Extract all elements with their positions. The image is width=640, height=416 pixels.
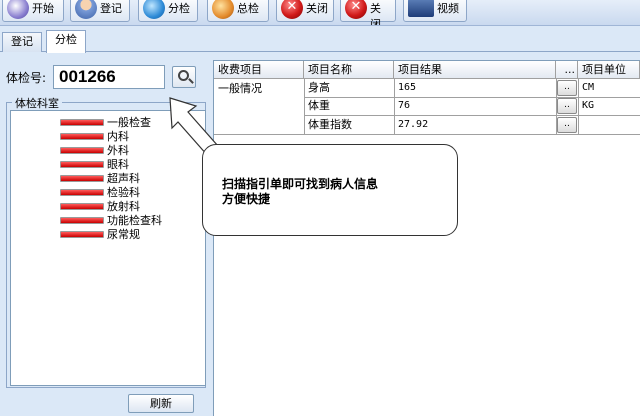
tab-bar: 登记 分检 [0, 30, 640, 53]
status-bar-icon [60, 216, 104, 224]
list-item[interactable]: 眼科 [60, 157, 129, 171]
subexam-label: 分检 [168, 2, 190, 15]
refresh-button[interactable]: 刷新 [128, 394, 194, 413]
department-legend: 体检科室 [12, 95, 62, 111]
tip-line-2: 方便快捷 [222, 192, 271, 206]
row-detail-button[interactable]: .. [557, 80, 577, 96]
summary-button[interactable]: 总检 [207, 0, 269, 22]
close-all-button[interactable]: 全关闭 [340, 0, 396, 25]
table-row-name[interactable]: 身高 [304, 79, 394, 97]
status-bar-icon [60, 160, 104, 168]
video-button[interactable]: 视频 [403, 0, 467, 22]
list-item[interactable]: 检验科 [60, 185, 140, 199]
register-button[interactable]: 登记 [70, 0, 130, 22]
tip-line-1: 扫描指引单即可找到病人信息 [222, 177, 379, 191]
row-detail-button[interactable]: .. [557, 117, 577, 133]
tip-text: 扫描指引单即可找到病人信息 方便快捷 [222, 177, 378, 207]
list-item[interactable]: 功能检查科 [60, 213, 162, 227]
subexam-button[interactable]: 分检 [138, 0, 198, 22]
globe-icon [143, 0, 165, 19]
close-button[interactable]: 关闭 [276, 0, 334, 22]
table-row-unit[interactable]: KG [578, 97, 640, 115]
list-item[interactable]: 超声科 [60, 171, 140, 185]
list-item[interactable]: 尿常规 [60, 227, 140, 241]
exam-no-input[interactable]: 001266 [53, 65, 165, 89]
table-row-result[interactable]: 27.92 [394, 116, 554, 134]
exam-no-label: 体检号: [6, 71, 47, 85]
close-label: 关闭 [306, 2, 328, 15]
people-icon [212, 0, 234, 19]
start-label: 开始 [32, 2, 54, 15]
status-bar-icon [60, 230, 104, 238]
status-bar-icon [60, 146, 104, 154]
list-item[interactable]: 外科 [60, 143, 129, 157]
header-fee-item[interactable]: 收费项目 [214, 61, 304, 79]
user-icon [75, 0, 97, 19]
table-row-result[interactable]: 165 [394, 79, 554, 97]
summary-label: 总检 [237, 2, 259, 15]
video-label: 视频 [437, 2, 459, 15]
status-bar-icon [60, 188, 104, 196]
table-row-result[interactable]: 76 [394, 97, 554, 115]
header-ellipsis[interactable]: ... [556, 61, 578, 79]
header-unit[interactable]: 项目单位 [578, 61, 640, 79]
close-icon [281, 0, 303, 19]
status-bar-icon [60, 132, 104, 140]
list-item[interactable]: 放射科 [60, 199, 140, 213]
table-row-name[interactable]: 体重 [304, 97, 394, 115]
group-cell[interactable]: 一般情况 [214, 80, 304, 98]
monitor-icon [408, 0, 434, 17]
start-button[interactable]: 开始 [2, 0, 64, 22]
list-item[interactable]: 一般检查 [60, 115, 151, 129]
table-row-name[interactable]: 体重指数 [304, 116, 394, 134]
start-icon [7, 0, 29, 19]
header-item-name[interactable]: 项目名称 [304, 61, 394, 79]
toolbar: 开始 登记 分检 总检 关闭 全关闭 视频 [0, 0, 640, 26]
status-bar-icon [60, 202, 104, 210]
register-label: 登记 [100, 2, 122, 15]
tab-subexam[interactable]: 分检 [46, 30, 86, 53]
close-all-label: 全关闭 [370, 2, 381, 26]
table-row-unit[interactable]: CM [578, 79, 640, 97]
search-button[interactable] [172, 66, 196, 88]
list-item[interactable]: 内科 [60, 129, 129, 143]
status-bar-icon [60, 118, 104, 126]
status-bar-icon [60, 174, 104, 182]
row-detail-button[interactable]: .. [557, 98, 577, 114]
tab-register[interactable]: 登记 [2, 32, 42, 52]
close-all-icon [345, 0, 367, 19]
header-result[interactable]: 项目结果 [394, 61, 556, 79]
